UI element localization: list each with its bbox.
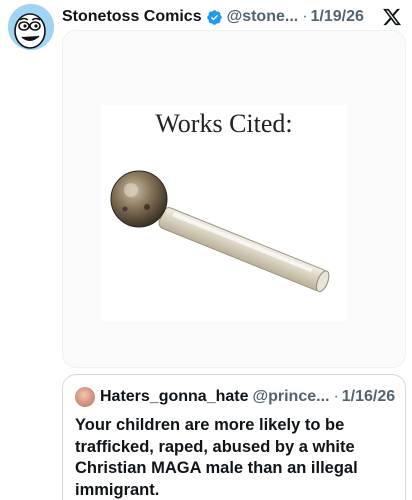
verified-badge-icon bbox=[206, 9, 222, 25]
cartoon-face-avatar-icon bbox=[8, 4, 54, 50]
quoted-author-handle[interactable]: @prince... bbox=[253, 388, 330, 406]
media-attachment[interactable]: Works Cited: bbox=[62, 30, 406, 368]
meme-image: Works Cited: bbox=[101, 105, 347, 321]
author-display-name[interactable]: Stonetoss Comics bbox=[62, 8, 202, 26]
quoted-separator-dot: · bbox=[333, 388, 339, 405]
quoted-post[interactable]: Haters_gonna_hate @prince... · 1/16/26 Y… bbox=[62, 374, 406, 500]
x-logo-icon[interactable] bbox=[382, 7, 402, 27]
post-card: Stonetoss Comics @stone... · 1/19/26 Wor… bbox=[0, 0, 412, 500]
quoted-post-date[interactable]: 1/16/26 bbox=[342, 388, 395, 406]
post-date[interactable]: 1/19/26 bbox=[311, 8, 364, 26]
separator-dot: · bbox=[302, 8, 308, 25]
quoted-post-header: Haters_gonna_hate @prince... · 1/16/26 bbox=[75, 387, 397, 407]
quoted-post-text: Your children are more likely to be traf… bbox=[75, 416, 358, 499]
meme-caption: Works Cited: bbox=[155, 109, 293, 138]
author-avatar[interactable] bbox=[8, 4, 54, 50]
post-header: Stonetoss Comics @stone... · 1/19/26 bbox=[62, 6, 404, 28]
quoted-author-display-name[interactable]: Haters_gonna_hate bbox=[100, 388, 249, 406]
quoted-author-avatar[interactable] bbox=[75, 387, 95, 407]
author-handle[interactable]: @stone... bbox=[227, 8, 299, 26]
glass-pipe-image bbox=[110, 170, 330, 293]
